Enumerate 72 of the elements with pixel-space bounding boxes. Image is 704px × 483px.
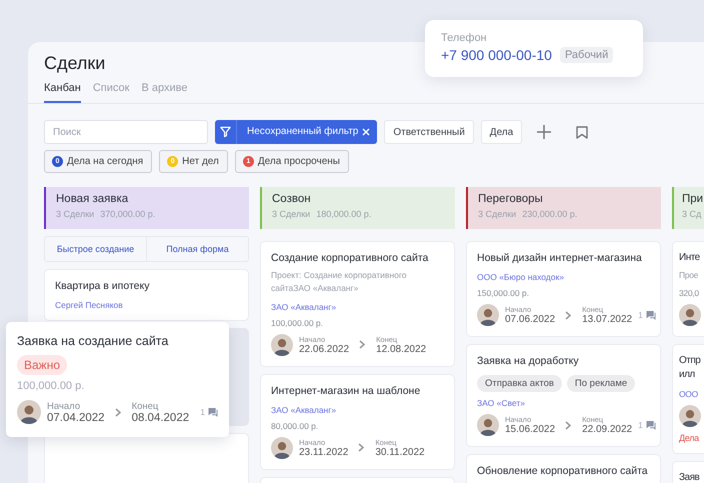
chip-label: Дела просрочены	[258, 156, 340, 167]
chip-label: Нет дел	[182, 156, 219, 167]
card-amount: 100,000.00 р.	[17, 380, 86, 392]
column-sum: 230,000.00 р.	[522, 209, 578, 219]
card-title: Заявка на создание сайта	[17, 333, 170, 350]
card-title: Заяв	[679, 470, 700, 483]
phone-number[interactable]: +7 900 000-00-10	[441, 47, 552, 63]
card-amount: 320,0	[679, 288, 700, 298]
toolbar-button[interactable]: Ответственный	[384, 120, 474, 144]
company-link[interactable]: ЗАО «Свет»	[477, 398, 650, 408]
phone-type: Рабочий	[560, 47, 614, 63]
date-value: 22.06.2022	[299, 344, 350, 355]
search-field[interactable]: Поиск	[44, 120, 208, 144]
company-link[interactable]: ООО «Бюро находок»	[477, 272, 650, 282]
company-link[interactable]: ЗАО «Акваланг»	[271, 302, 444, 312]
quick-button[interactable]: Полная форма	[146, 237, 248, 261]
date-value: 30.11.2022	[375, 446, 425, 458]
filter-button[interactable]: Несохраненный фильтр	[215, 120, 378, 144]
deal-count: 3 Сделки	[272, 209, 310, 219]
card-title: Квартира в ипотеку	[55, 279, 150, 294]
card-project: Прое	[679, 268, 700, 282]
deal-card[interactable]: Инте Прое 320,0	[672, 241, 704, 337]
tag: Важно	[17, 355, 68, 376]
date-value: 12.08.2022	[376, 344, 426, 355]
card-amount: 100,000.00 р.	[271, 318, 324, 328]
phone-label: Телефон	[441, 32, 488, 44]
company-link[interactable]: ООО	[679, 388, 704, 399]
date-label: Начало	[47, 400, 82, 412]
overdue-note: Дела	[679, 432, 700, 443]
comment-count: 1	[638, 420, 643, 430]
tag: Отправка актов	[477, 375, 562, 392]
card-title: Интернет-магазин на шаблоне	[271, 384, 422, 399]
quick-button[interactable]: Быстрое создание	[45, 237, 146, 261]
company-link[interactable]: Сергей Песняков	[55, 300, 238, 310]
date-value: 13.07.2022	[582, 314, 632, 326]
date-value: 22.09.2022	[582, 424, 632, 436]
company-link[interactable]: ЗАО «Акваланг»	[271, 404, 444, 415]
column-title: При	[682, 193, 704, 205]
deal-count: 3 Сд	[682, 209, 702, 219]
deal-card[interactable]: Заяв	[672, 460, 704, 483]
date-value: 07.04.2022	[47, 412, 105, 424]
card-amount: 150,000.00 р.	[477, 288, 530, 298]
date-value: 15.06.2022	[505, 424, 556, 436]
card-title: Инте	[679, 251, 701, 265]
deal-count: 3 Сделки	[56, 209, 94, 219]
card-title: Создание корпоративного сайта	[271, 251, 430, 266]
deal-card[interactable]: Отпр илл ООО Дела	[672, 344, 704, 454]
toolbar-button[interactable]: Дела	[480, 120, 522, 144]
card-title: Новый дизайн интернет-магазина	[477, 251, 643, 266]
card-title: Обновление корпоративного сайта	[477, 464, 649, 480]
column-title: Переговоры	[478, 193, 544, 205]
column-title: Созвон	[272, 193, 312, 205]
date-value: 07.06.2022	[505, 314, 556, 326]
date-label: Конец	[132, 400, 160, 412]
comment-count: 1	[200, 407, 205, 418]
card-project: Проект: Создание корпоративного сайтаЗАО «Акваланг»	[271, 269, 408, 296]
card-amount: 80,000.00 р.	[271, 420, 320, 431]
deal-card[interactable]: Обновление корпоративного сайта	[466, 454, 661, 483]
filter-label: Несохраненный фильтр	[246, 125, 360, 139]
date-value: 23.11.2022	[299, 446, 348, 458]
chip-label: Дела на сегодня	[67, 156, 144, 167]
card-title: Отпр илл	[679, 354, 702, 382]
deal-count: 3 Сделки	[478, 209, 516, 219]
tag: По рекламе	[566, 375, 636, 392]
page-title: Сделки	[44, 53, 106, 74]
column-sum: 370,000.00 р.	[100, 209, 156, 219]
date-value: 08.04.2022	[132, 412, 190, 424]
column-title: Новая заявка	[56, 193, 130, 205]
card-title: Заявка на доработку	[477, 354, 580, 370]
deal-card[interactable]: Квартира в ипотеку Сергей Песняков	[44, 269, 249, 322]
comment-count: 1	[638, 310, 643, 320]
column-sum: 180,000.00 р.	[316, 209, 372, 219]
